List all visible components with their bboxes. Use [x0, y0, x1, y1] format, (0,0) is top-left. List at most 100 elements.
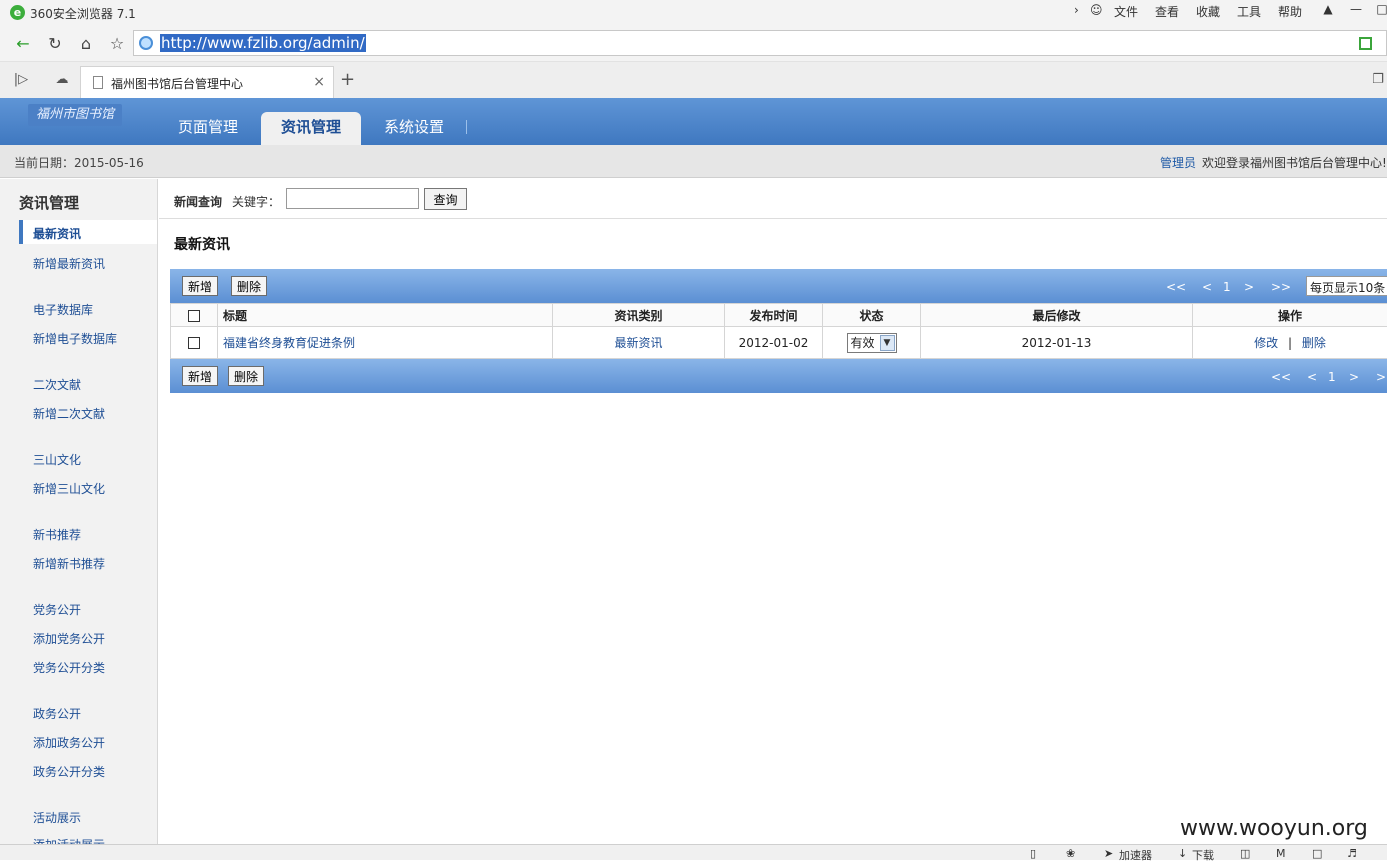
sidebar-toggle-icon[interactable]: |▷ [11, 72, 31, 90]
next-page-link[interactable]: > [1244, 280, 1254, 294]
modified-cell: 2012-01-13 [921, 327, 1193, 359]
menu-favorites[interactable]: 收藏 [1196, 3, 1220, 20]
info-bar: 当前日期：2015-05-16 管理员 欢迎登录福州图书馆后台管理中心! [0, 145, 1387, 178]
sidebar-item-secondary-literature[interactable]: 二次文献 [33, 376, 81, 393]
delete-button-bottom[interactable]: 删除 [228, 366, 264, 386]
admin-link[interactable]: 管理员 [1160, 154, 1196, 171]
qr-code-icon[interactable] [1359, 37, 1372, 50]
page-number-bottom[interactable]: 1 [1328, 370, 1336, 384]
menu-tools[interactable]: 工具 [1237, 3, 1261, 20]
category-link[interactable]: 最新资讯 [614, 336, 662, 350]
delete-button[interactable]: 删除 [231, 276, 267, 296]
star-icon[interactable]: ☆ [105, 32, 129, 56]
leaf-icon[interactable]: ❀ [1066, 847, 1075, 860]
window-icon[interactable]: □ [1312, 847, 1322, 860]
search-button[interactable]: 查询 [424, 188, 467, 210]
sidebar-item-government-affairs-category[interactable]: 政务公开分类 [33, 763, 105, 780]
cloud-icon[interactable]: ☁ [52, 72, 72, 90]
page-number[interactable]: 1 [1223, 280, 1231, 294]
menu-help[interactable]: 帮助 [1278, 3, 1302, 20]
sidebar-item-new-books[interactable]: 新书推荐 [33, 526, 81, 543]
ie-mode-icon[interactable]: Ⅿ [1276, 847, 1286, 860]
sidebar-item-events[interactable]: 活动展示 [33, 809, 81, 826]
sidebar-item-party-affairs[interactable]: 党务公开 [33, 601, 81, 618]
layout-icon[interactable]: ◫ [1240, 847, 1250, 860]
accelerator-label[interactable]: 加速器 [1119, 847, 1152, 863]
search-title: 新闻查询 [174, 193, 222, 210]
list-toolbar-bottom: 新增 删除 << < 1 > >> [170, 359, 1387, 393]
browser-tabbar: |▷ ☁ 福州图书馆后台管理中心 × + ❐ [0, 62, 1387, 98]
sidebar-item-sanshan-culture[interactable]: 三山文化 [33, 451, 81, 468]
new-tab-button[interactable]: + [340, 69, 355, 90]
first-page-link[interactable]: << [1166, 280, 1186, 294]
chevron-right-icon[interactable]: › [1074, 3, 1079, 17]
delete-link[interactable]: 删除 [1302, 336, 1326, 350]
window-list-icon[interactable]: ❐ [1368, 72, 1387, 90]
sidebar-item-government-affairs[interactable]: 政务公开 [33, 705, 81, 722]
url-text[interactable]: http://www.fzlib.org/admin/ [160, 34, 366, 52]
table-row: 福建省终身教育促进条例 最新资讯 2012-01-02 有效▼ 2012-01-… [171, 327, 1387, 359]
minimize-button[interactable]: — [1345, 2, 1367, 20]
volume-icon[interactable]: ♬ [1347, 847, 1357, 860]
tab-news-management[interactable]: 资讯管理 [261, 112, 361, 145]
next-page-link-bottom[interactable]: > [1349, 370, 1359, 384]
skin-icon[interactable]: ▲ [1317, 2, 1339, 20]
watermark: www.wooyun.org [1180, 816, 1368, 841]
sidebar-item-party-affairs-category[interactable]: 党务公开分类 [33, 659, 105, 676]
tab-label: 福州图书馆后台管理中心 [111, 75, 243, 92]
sidebar-item-add-sanshan-culture[interactable]: 新增三山文化 [33, 480, 105, 497]
keyword-input[interactable] [286, 188, 419, 209]
prev-page-link-bottom[interactable]: < [1307, 370, 1317, 384]
sidebar-item-add-e-database[interactable]: 新增电子数据库 [33, 330, 117, 347]
sidebar-title: 资讯管理 [19, 192, 79, 213]
welcome-text: 欢迎登录福州图书馆后台管理中心! [1202, 154, 1387, 171]
sidebar-item-add-party-affairs[interactable]: 添加党务公开 [33, 630, 105, 647]
sidebar-item-add-latest-news[interactable]: 新增最新资讯 [33, 255, 105, 272]
status-select[interactable]: 有效 ▼ [847, 333, 897, 353]
refresh-icon[interactable]: ↻ [43, 32, 67, 56]
url-field[interactable]: http://www.fzlib.org/admin/ [133, 30, 1387, 56]
sidebar-item-e-database[interactable]: 电子数据库 [33, 301, 93, 318]
home-icon[interactable]: ⌂ [74, 32, 98, 56]
browser-titlebar: e 360安全浏览器 7.1 › ☺ 文件 查看 收藏 工具 帮助 ▲ — □ [0, 0, 1387, 26]
last-page-link[interactable]: >> [1271, 280, 1291, 294]
restore-button[interactable]: □ [1371, 2, 1387, 20]
rocket-icon[interactable]: ➤ [1104, 847, 1113, 860]
download-label[interactable]: 下载 [1192, 847, 1214, 863]
first-page-link-bottom[interactable]: << [1271, 370, 1291, 384]
user-icon[interactable]: ☺ [1090, 3, 1103, 17]
column-header-actions: 操作 [1193, 304, 1387, 327]
edit-link[interactable]: 修改 [1254, 336, 1278, 350]
news-title-link[interactable]: 福建省终身教育促进条例 [223, 336, 355, 350]
add-button[interactable]: 新增 [182, 276, 218, 296]
page-size-select[interactable]: 每页显示10条 [1306, 276, 1387, 296]
sidebar-item-label: 最新资讯 [33, 225, 81, 242]
row-checkbox[interactable] [188, 337, 200, 349]
sidebar-item-add-events[interactable]: 添加活动展示 [33, 836, 105, 844]
browser-tab[interactable]: 福州图书馆后台管理中心 × [80, 66, 334, 98]
phone-icon[interactable]: ▯ [1030, 847, 1036, 860]
sidebar-item-add-new-books[interactable]: 新增新书推荐 [33, 555, 105, 572]
status-value: 有效 [851, 336, 875, 350]
menu-file[interactable]: 文件 [1114, 3, 1138, 20]
tab-system-settings[interactable]: 系统设置 [368, 112, 460, 145]
category-cell: 最新资讯 [553, 327, 725, 359]
add-button-bottom[interactable]: 新增 [182, 366, 218, 386]
address-bar: ← ↻ ⌂ ☆ http://www.fzlib.org/admin/ [0, 26, 1387, 62]
tab-page-management[interactable]: 页面管理 [162, 112, 254, 145]
prev-page-link[interactable]: < [1202, 280, 1212, 294]
row-select-cell [171, 327, 218, 359]
select-all-checkbox[interactable] [188, 310, 200, 322]
menu-view[interactable]: 查看 [1155, 3, 1179, 20]
sidebar-item-add-government-affairs[interactable]: 添加政务公开 [33, 734, 105, 751]
last-page-link-bottom[interactable]: >> [1376, 370, 1387, 384]
back-icon[interactable]: ← [11, 32, 35, 56]
chevron-down-icon[interactable]: ▼ [880, 335, 895, 351]
sidebar-item-latest-news[interactable]: 最新资讯 [19, 220, 158, 244]
column-header-category: 资讯类别 [553, 304, 725, 327]
keyword-label: 关键字： [232, 193, 280, 210]
sidebar-item-add-secondary-literature[interactable]: 新增二次文献 [33, 405, 105, 422]
close-icon[interactable]: × [313, 74, 325, 90]
library-logo[interactable]: 福州市图书馆 [28, 104, 122, 126]
download-icon[interactable]: ↓ [1178, 847, 1187, 860]
